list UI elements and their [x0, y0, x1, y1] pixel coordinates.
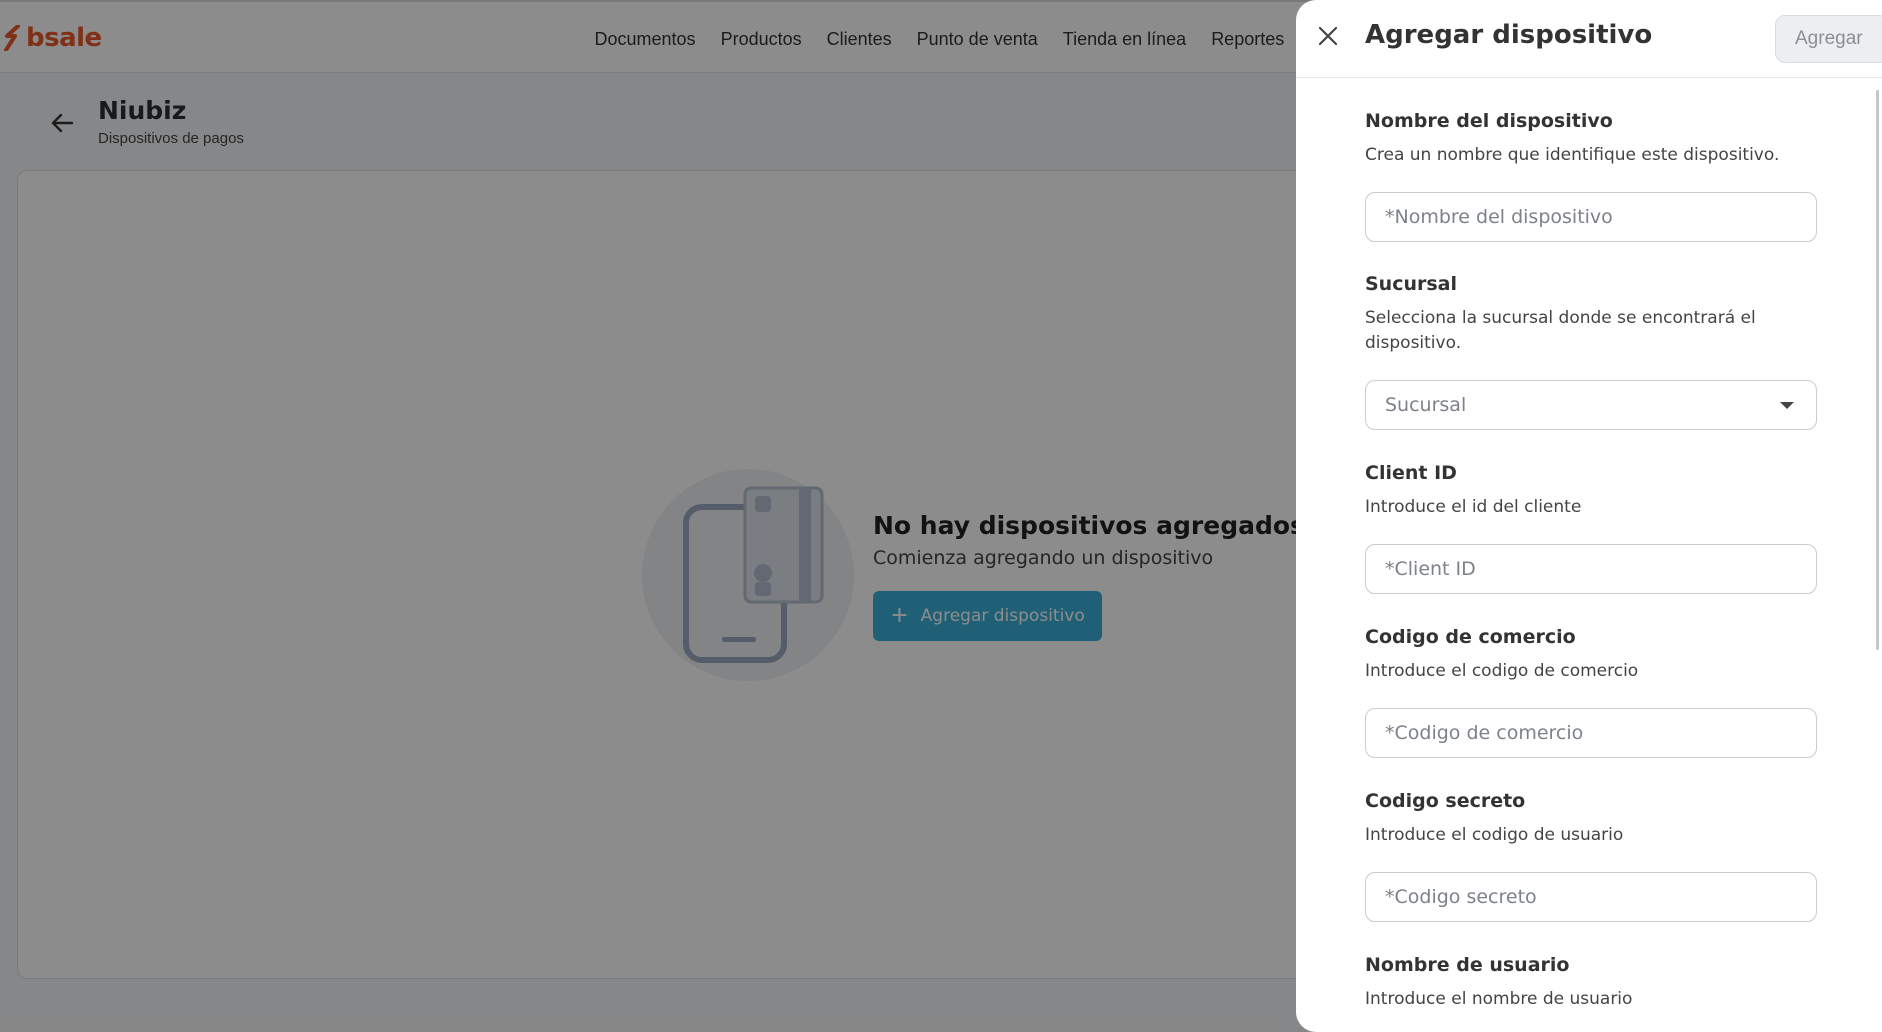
merchant-code-input[interactable]: *Codigo de comercio: [1365, 708, 1817, 758]
sucursal-select-value: Sucursal: [1385, 394, 1467, 416]
field-label: Nombre del dispositivo: [1365, 110, 1613, 132]
drawer-title: Agregar dispositivo: [1365, 20, 1653, 50]
drawer-header: Agregar dispositivo Agregar: [1296, 0, 1882, 78]
field-help: Introduce el codigo de comercio: [1365, 661, 1639, 681]
field-label: Codigo de comercio: [1365, 626, 1576, 648]
field-help: Introduce el nombre de usuario: [1365, 989, 1633, 1009]
agregar-button[interactable]: Agregar: [1775, 15, 1882, 63]
field-label: Codigo secreto: [1365, 790, 1526, 812]
field-help: Introduce el id del cliente: [1365, 497, 1582, 517]
chevron-down-icon: [1780, 402, 1794, 409]
add-device-drawer: Agregar dispositivo Agregar Nombre del d…: [1296, 0, 1882, 1032]
field-client-id: Client ID Introduce el id del cliente *C…: [1365, 462, 1817, 626]
field-codigo-comercio: Codigo de comercio Introduce el codigo d…: [1365, 626, 1817, 790]
client-id-input[interactable]: *Client ID: [1365, 544, 1817, 594]
device-form: Nombre del dispositivo Crea un nombre qu…: [1365, 110, 1817, 1012]
field-help: Selecciona la sucursal donde se encontra…: [1365, 308, 1756, 353]
field-nombre-usuario: Nombre de usuario Introduce el nombre de…: [1365, 954, 1817, 1012]
field-help: Introduce el codigo de usuario: [1365, 825, 1624, 845]
device-name-input[interactable]: *Nombre del dispositivo: [1365, 192, 1817, 242]
sucursal-select[interactable]: Sucursal: [1365, 380, 1817, 430]
close-icon[interactable]: [1316, 24, 1340, 48]
field-label: Nombre de usuario: [1365, 954, 1570, 976]
field-codigo-secreto: Codigo secreto Introduce el codigo de us…: [1365, 790, 1817, 954]
field-help: Crea un nombre que identifique este disp…: [1365, 145, 1780, 165]
field-label: Sucursal: [1365, 273, 1458, 295]
drawer-scrollbar[interactable]: [1876, 90, 1879, 650]
secret-code-input[interactable]: *Codigo secreto: [1365, 872, 1817, 922]
field-label: Client ID: [1365, 462, 1457, 484]
field-sucursal: Sucursal Selecciona la sucursal donde se…: [1365, 273, 1817, 462]
field-nombre-dispositivo: Nombre del dispositivo Crea un nombre qu…: [1365, 110, 1817, 273]
